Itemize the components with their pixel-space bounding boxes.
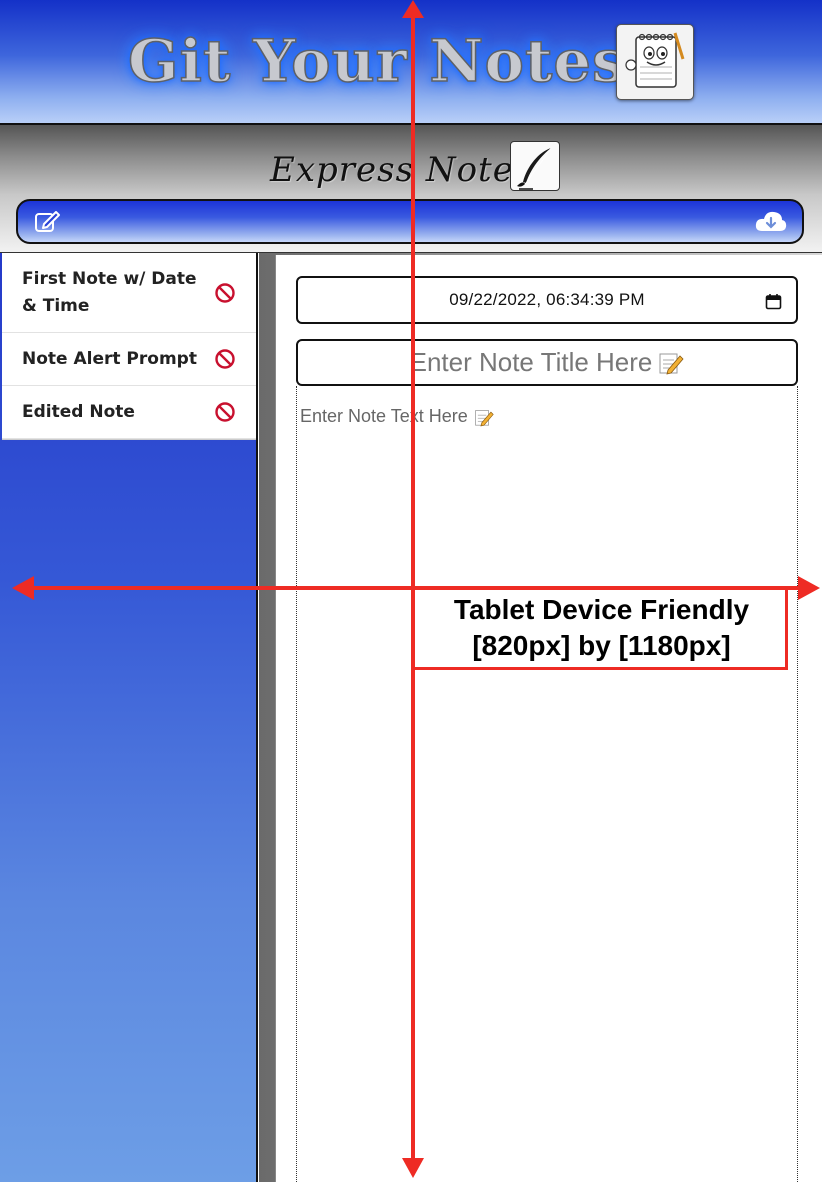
dimension-label-line1: Tablet Device Friendly — [453, 594, 750, 625]
subtitle: Express Notes — [270, 150, 533, 190]
memo-pencil-icon — [659, 353, 684, 375]
memo-pencil-icon — [474, 409, 494, 427]
datetime-input[interactable]: 09/22/2022, 06:34:39 PM — [296, 276, 798, 324]
editor-panel: 09/22/2022, 06:34:39 PM Enter Note Title… — [275, 255, 822, 1182]
notepad-mascot-icon — [616, 24, 694, 100]
note-toolbar — [16, 199, 804, 244]
sub-header: Express Notes — [0, 125, 822, 253]
cloud-download-icon — [755, 211, 787, 231]
app-title: Git Your Notes — [127, 26, 627, 96]
dimension-label: Tablet Device Friendly [820px] by [1180p… — [415, 590, 788, 670]
quill-pen-icon — [510, 141, 560, 191]
dimension-label-line2: [820px] by [1180px] — [472, 630, 731, 661]
note-title: Edited Note — [22, 401, 135, 422]
save-note-button[interactable] — [754, 208, 787, 236]
calendar-icon[interactable] — [765, 293, 782, 310]
new-note-button[interactable] — [32, 208, 62, 236]
list-item[interactable]: First Note w/ Date & Time — [2, 253, 256, 333]
list-item[interactable]: Edited Note — [2, 386, 256, 439]
app-banner: Git Your Notes — [0, 0, 822, 125]
note-text-placeholder-wrap: Enter Note Text Here — [300, 406, 494, 427]
note-list: First Note w/ Date & Time Note Alert Pro… — [2, 253, 256, 440]
no-entry-icon[interactable] — [214, 282, 236, 304]
note-text-placeholder: Enter Note Text Here — [300, 406, 468, 426]
edit-square-icon — [35, 211, 60, 232]
no-entry-icon[interactable] — [214, 348, 236, 370]
editor-frame: 09/22/2022, 06:34:39 PM Enter Note Title… — [259, 253, 822, 1182]
notes-sidebar: First Note w/ Date & Time Note Alert Pro… — [0, 253, 258, 1182]
note-text-area[interactable]: Enter Note Text Here — [296, 386, 798, 1182]
no-entry-icon[interactable] — [214, 401, 236, 423]
note-title: First Note w/ Date & Time — [22, 268, 197, 316]
note-title: Note Alert Prompt — [22, 348, 197, 369]
datetime-value: 09/22/2022, 06:34:39 PM — [449, 290, 645, 309]
note-title-input[interactable]: Enter Note Title Here — [296, 339, 798, 386]
list-item[interactable]: Note Alert Prompt — [2, 333, 256, 386]
note-title-placeholder: Enter Note Title Here — [409, 347, 653, 377]
